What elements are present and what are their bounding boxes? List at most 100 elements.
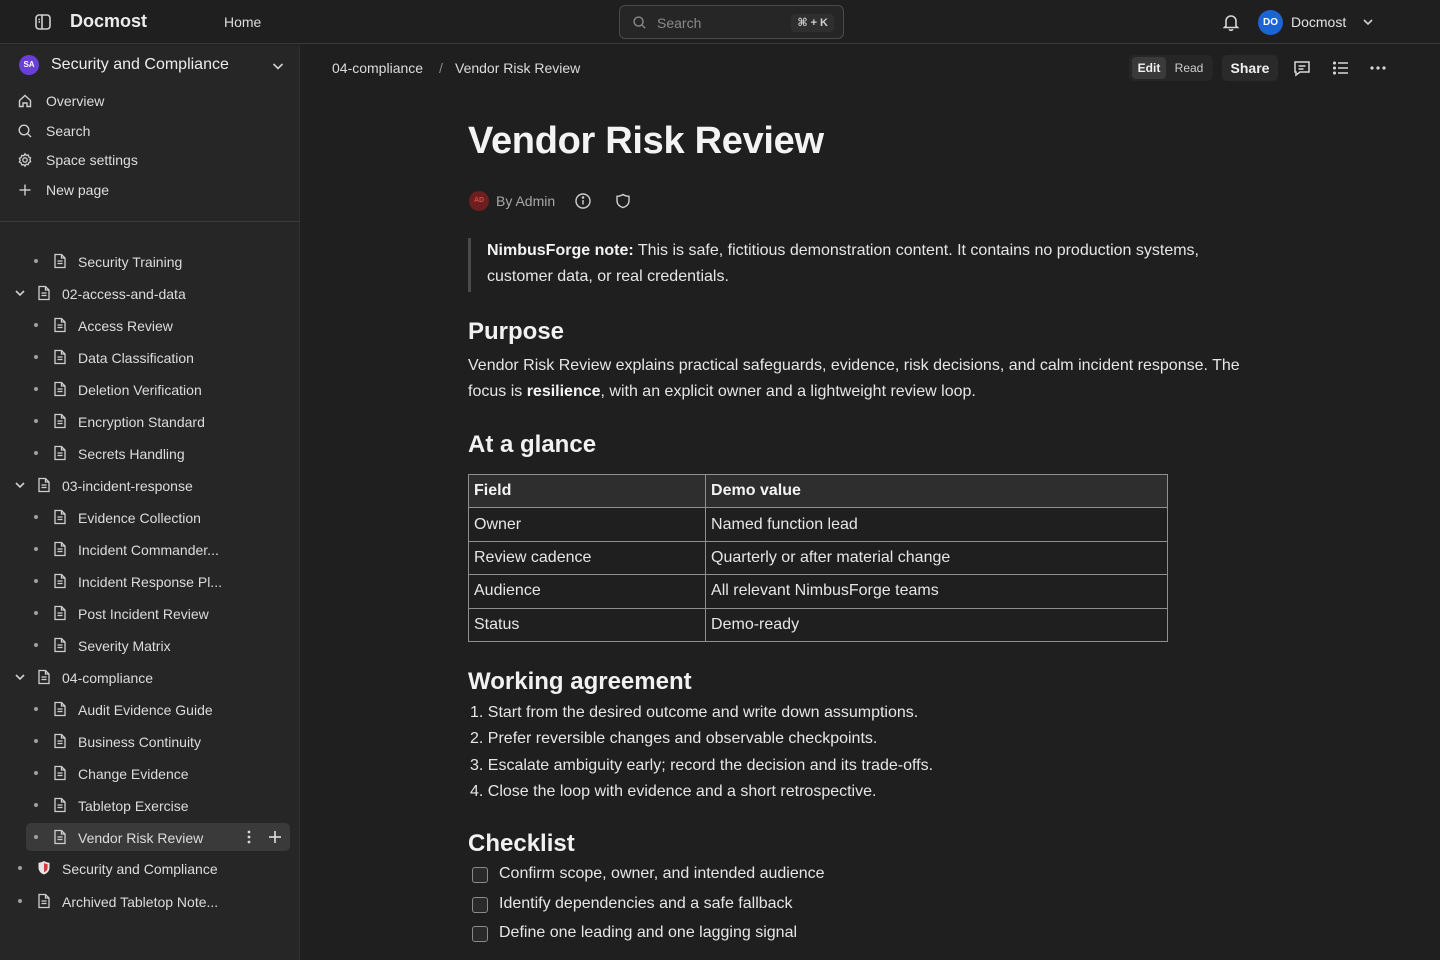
sidebar-tree-label: Security Training xyxy=(78,254,183,270)
search-placeholder: Search xyxy=(657,15,702,31)
info-icon[interactable] xyxy=(574,192,592,210)
checklist-label[interactable]: Identify dependencies and a safe fallbac… xyxy=(499,895,793,913)
table-header-row: Field Demo value xyxy=(467,473,1168,509)
table-of-contents-icon[interactable] xyxy=(1331,58,1351,78)
document-icon xyxy=(53,445,67,461)
sidebar-tree-label: Incident Response Pl... xyxy=(78,574,222,590)
breadcrumb-current[interactable]: Vendor Risk Review xyxy=(455,60,580,76)
bullet-icon xyxy=(34,739,38,743)
chevron-down-icon[interactable] xyxy=(13,478,27,492)
heading-purpose[interactable]: Purpose xyxy=(468,318,564,346)
share-button[interactable]: Share xyxy=(1222,55,1278,81)
sidebar-tree-item[interactable]: Encryption Standard xyxy=(0,407,290,435)
sidebar-tree-item[interactable]: Archived Tabletop Note... xyxy=(0,887,290,915)
sidebar-tree-item[interactable]: Data Classification xyxy=(0,343,290,371)
sidebar-tree-item[interactable]: Security Training xyxy=(0,247,290,275)
sidebar-item-space-settings[interactable]: Space settings xyxy=(0,146,300,174)
read-mode-button[interactable]: Read xyxy=(1170,57,1208,79)
sidebar-tree-item[interactable]: 04-compliance xyxy=(0,663,290,691)
more-options-icon[interactable] xyxy=(241,829,257,845)
sidebar-tree-item[interactable]: 02-access-and-data xyxy=(0,279,290,307)
table-cell[interactable]: Status xyxy=(467,607,707,642)
sidebar-item-new-page[interactable]: New page xyxy=(0,176,300,204)
home-link[interactable]: Home xyxy=(224,14,261,30)
space-switcher[interactable]: SA Security and Compliance xyxy=(0,45,300,87)
breadcrumb-item[interactable]: 04-compliance xyxy=(332,60,423,76)
table-cell[interactable]: Quarterly or after material change xyxy=(705,540,1168,576)
sidebar-tree-label: Audit Evidence Guide xyxy=(78,702,213,718)
checkbox[interactable] xyxy=(472,897,488,913)
sidebar-tree-item[interactable]: Audit Evidence Guide xyxy=(0,695,290,723)
table-header-cell[interactable]: Demo value xyxy=(705,473,1168,509)
bullet-icon xyxy=(34,771,38,775)
heading-working-agreement[interactable]: Working agreement xyxy=(468,668,692,696)
edit-mode-button[interactable]: Edit xyxy=(1132,57,1166,79)
glance-table[interactable]: Field Demo value Owner Named function le… xyxy=(467,473,1168,642)
table-cell[interactable]: Audience xyxy=(467,574,707,609)
table-cell[interactable]: All relevant NimbusForge teams xyxy=(705,574,1168,609)
user-menu-label[interactable]: Docmost xyxy=(1291,14,1346,30)
sidebar-tree-item[interactable]: Vendor Risk Review xyxy=(26,823,290,851)
sidebar-tree-item[interactable]: Secrets Handling xyxy=(0,439,290,467)
sidebar-tree-label: Encryption Standard xyxy=(78,414,205,430)
table-cell[interactable]: Review cadence xyxy=(467,540,707,576)
chevron-down-icon[interactable] xyxy=(13,286,27,300)
purpose-paragraph[interactable]: Vendor Risk Review explains practical sa… xyxy=(468,353,1268,405)
document-icon xyxy=(53,413,67,429)
sidebar-tree-item[interactable]: Incident Commander... xyxy=(0,535,290,563)
page-title[interactable]: Vendor Risk Review xyxy=(468,120,824,163)
bell-icon[interactable] xyxy=(1221,12,1241,32)
list-item[interactable]: 4. Close the loop with evidence and a sh… xyxy=(470,783,876,801)
sidebar-tree-item[interactable]: 03-incident-response xyxy=(0,471,290,499)
heading-checklist[interactable]: Checklist xyxy=(468,830,575,858)
sidebar-tree-item[interactable]: Change Evidence xyxy=(0,759,290,787)
sidebar-tree-label: 03-incident-response xyxy=(62,478,193,494)
sidebar-tree-item[interactable]: Incident Response Pl... xyxy=(0,567,290,595)
checkbox[interactable] xyxy=(472,867,488,883)
callout-blockquote[interactable]: NimbusForge note: This is safe, fictitio… xyxy=(468,238,1258,292)
sidebar-tree-item[interactable]: Post Incident Review xyxy=(0,599,290,627)
chevron-down-icon[interactable] xyxy=(1361,15,1375,29)
sidebar-toggle-icon[interactable] xyxy=(33,12,53,32)
sidebar-tree-item[interactable]: Severity Matrix xyxy=(0,631,290,659)
bullet-icon xyxy=(34,547,38,551)
table-cell[interactable]: Named function lead xyxy=(705,507,1168,542)
sidebar-tree-item[interactable]: Evidence Collection xyxy=(0,503,290,531)
checklist-label[interactable]: Define one leading and one lagging signa… xyxy=(499,924,797,942)
sidebar-tree-item[interactable]: Access Review xyxy=(0,311,290,339)
document-icon xyxy=(53,381,67,397)
sidebar-item-overview[interactable]: Overview xyxy=(0,87,300,115)
sidebar-tree-item[interactable]: Deletion Verification xyxy=(0,375,290,403)
chevron-down-icon[interactable] xyxy=(13,670,27,684)
checkbox[interactable] xyxy=(472,926,488,942)
sidebar-tree-label: Deletion Verification xyxy=(78,382,202,398)
sidebar-tree-label: Change Evidence xyxy=(78,766,189,782)
bullet-icon xyxy=(34,611,38,615)
table-row: Owner Named function lead xyxy=(467,507,1168,542)
plus-icon xyxy=(17,182,33,198)
table-cell[interactable]: Demo-ready xyxy=(705,607,1168,642)
breadcrumb-separator: / xyxy=(439,60,443,76)
list-item[interactable]: 3. Escalate ambiguity early; record the … xyxy=(470,757,933,775)
comment-icon[interactable] xyxy=(1292,58,1312,78)
sidebar-tree-item[interactable]: Business Continuity xyxy=(0,727,290,755)
add-page-icon[interactable] xyxy=(267,829,283,845)
list-item[interactable]: 1. Start from the desired outcome and wr… xyxy=(470,704,918,722)
bullet-icon xyxy=(34,515,38,519)
sidebar-tree-item[interactable]: Tabletop Exercise xyxy=(0,791,290,819)
user-avatar[interactable]: DO xyxy=(1258,10,1283,35)
checklist-label[interactable]: Confirm scope, owner, and intended audie… xyxy=(499,865,825,883)
document-icon xyxy=(53,573,67,589)
heading-at-a-glance[interactable]: At a glance xyxy=(468,431,596,459)
table-header-cell[interactable]: Field xyxy=(467,473,707,509)
document-icon xyxy=(37,893,51,909)
list-item[interactable]: 2. Prefer reversible changes and observa… xyxy=(470,730,877,748)
sidebar-item-search[interactable]: Search xyxy=(0,117,300,145)
more-options-icon[interactable] xyxy=(1368,58,1388,78)
app-brand[interactable]: Docmost xyxy=(70,11,147,32)
document-icon xyxy=(53,509,67,525)
shield-icon[interactable] xyxy=(614,192,632,210)
sidebar-tree-item[interactable]: Security and Compliance xyxy=(0,854,290,882)
search-button[interactable]: Search ⌘ + K xyxy=(619,5,844,39)
table-cell[interactable]: Owner xyxy=(467,507,707,542)
